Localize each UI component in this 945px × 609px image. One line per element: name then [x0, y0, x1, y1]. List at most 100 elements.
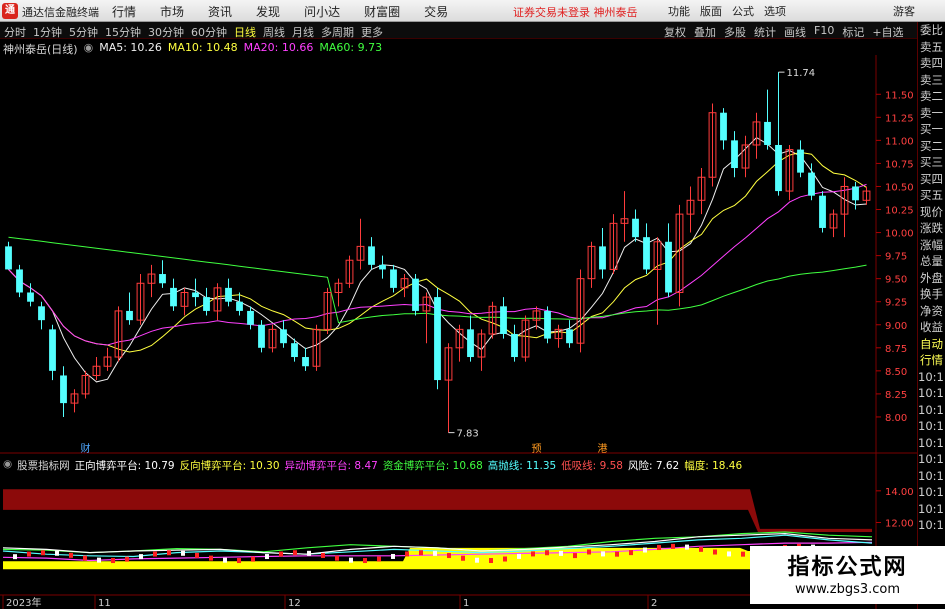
ind-tick-label: 12.00	[885, 519, 914, 530]
signal-dot	[55, 550, 59, 556]
signal-dot	[265, 554, 269, 560]
date-label: 2023年	[6, 596, 41, 609]
signal-dot	[195, 552, 199, 558]
event-marker: 预	[532, 443, 542, 455]
sidebar-item: 10:11	[918, 386, 945, 400]
menu-item-options[interactable]: 选项	[764, 3, 786, 19]
signal-dot	[489, 558, 493, 564]
period-tab-daily[interactable]: 日线	[234, 24, 256, 40]
menu-item-quotes[interactable]: 行情	[112, 3, 136, 20]
mark-button[interactable]: 标记	[842, 24, 864, 40]
sidebar-item: 10:11	[918, 369, 945, 384]
settings-circle-icon[interactable]: ◉	[84, 41, 94, 55]
signal-dot	[447, 553, 451, 559]
period-tab-1min[interactable]: 1分钟	[33, 24, 62, 40]
ma60-label: MA60: 9.73	[319, 41, 383, 54]
overlay-button[interactable]: 叠加	[694, 24, 716, 40]
candle-body	[368, 246, 375, 265]
price-tick-label: 9.50	[885, 275, 907, 286]
ind-value-5: 高抛线: 11.35	[487, 460, 557, 472]
indicator-legend: ◉ 股票指标网 正向博弈平台: 10.79 反向博弈平台: 10.30 异动博弈…	[3, 458, 747, 472]
signal-dot	[349, 557, 353, 563]
signal-dot	[657, 545, 661, 551]
date-label: 12	[288, 598, 301, 609]
candle-body	[159, 274, 166, 284]
ind-value-6: 低吸线: 9.58	[561, 460, 623, 472]
signal-dot	[601, 551, 605, 557]
menu-item-formula[interactable]: 公式	[732, 3, 754, 19]
draw-line-button[interactable]: 画线	[784, 24, 806, 40]
candle-body	[38, 306, 45, 321]
candle-body	[511, 333, 518, 358]
menu-item-layout[interactable]: 版面	[700, 3, 722, 19]
candle-body	[797, 149, 804, 173]
signal-dot	[475, 557, 479, 563]
candle-body	[819, 195, 826, 228]
f10-button[interactable]: F10	[814, 24, 834, 40]
sidebar-item: 涨跌	[920, 221, 943, 235]
period-tab-5min[interactable]: 5分钟	[69, 24, 98, 40]
candle-body	[731, 140, 738, 169]
signal-dot	[27, 551, 31, 557]
menu-item-function[interactable]: 功能	[668, 3, 690, 19]
candle-body	[49, 329, 56, 371]
statistics-button[interactable]: 统计	[754, 24, 776, 40]
candle-body	[566, 329, 573, 344]
price-axis: 11.50 11.25 11.00 10.75 10.50 10.25 10.00 9.75 9…	[876, 90, 914, 424]
signal-dot	[727, 551, 731, 557]
price-tick-label: 9.25	[885, 298, 907, 309]
multi-stock-button[interactable]: 多股	[724, 24, 746, 40]
signal-dot	[223, 557, 227, 563]
sidebar-item: 涨幅	[920, 237, 943, 252]
app-logo-icon: 通	[2, 3, 18, 19]
menu-item-news[interactable]: 资讯	[208, 3, 232, 20]
sidebar-item: 卖二	[920, 89, 943, 103]
settings-circle-icon[interactable]: ◉	[3, 458, 12, 472]
menu-item-discover[interactable]: 发现	[256, 3, 280, 20]
candle-body	[258, 324, 265, 348]
period-tab-monthly[interactable]: 月线	[292, 24, 314, 40]
price-tick-label: 11.25	[885, 113, 914, 124]
period-tabs: 分时 1分钟 5分钟 15分钟 30分钟 60分钟 日线 周线 月线 多周期 更…	[4, 24, 390, 40]
price-tick-label: 8.00	[885, 413, 907, 424]
menu-item-trade[interactable]: 交易	[424, 3, 448, 20]
guest-login-button[interactable]: 游客	[893, 3, 915, 19]
candle-body	[764, 121, 771, 145]
menu-item-market[interactable]: 市场	[160, 3, 184, 20]
menu-item-assistant[interactable]: 问小达	[304, 3, 340, 20]
sidebar-item: 卖一	[920, 105, 943, 120]
period-tab-intraday[interactable]: 分时	[4, 24, 26, 40]
watermark: 指标公式网 www.zbgs3.com	[750, 546, 945, 604]
signal-dot	[13, 554, 17, 560]
price-tick-label: 8.50	[885, 367, 907, 378]
candle-body	[599, 246, 606, 270]
add-watchlist-button[interactable]: +自选	[872, 24, 903, 40]
signal-dot	[713, 549, 717, 555]
signal-dot	[685, 544, 689, 550]
signal-dot	[741, 551, 745, 557]
signal-dot	[587, 549, 591, 555]
menu-item-community[interactable]: 财富圈	[364, 3, 400, 20]
period-tab-30min[interactable]: 30分钟	[148, 24, 184, 40]
kline-chart[interactable]: 14.0012.0010.002023年111212 11.5011.2511.…	[0, 55, 917, 609]
sidebar-item: 净资	[920, 303, 943, 318]
candle-body	[5, 246, 12, 270]
sidebar-item: 外盘	[920, 270, 943, 285]
period-tab-60min[interactable]: 60分钟	[191, 24, 227, 40]
period-tab-weekly[interactable]: 周线	[263, 24, 285, 40]
candle-body	[236, 301, 243, 311]
adjust-button[interactable]: 复权	[664, 24, 686, 40]
sidebar-item: 10:11	[918, 435, 945, 450]
watermark-title: 指标公式网	[787, 555, 908, 580]
date-label: 2	[651, 598, 657, 609]
risk-band	[3, 489, 872, 532]
main-menu: 行情 市场 资讯 发现 问小达 财富圈 交易	[112, 3, 472, 20]
period-tab-15min[interactable]: 15分钟	[105, 24, 141, 40]
ind-value-8: 幅度: 18.46	[684, 460, 743, 472]
signal-dot	[671, 543, 675, 549]
signal-dot	[643, 547, 647, 553]
signal-dot	[573, 553, 577, 559]
period-tab-more[interactable]: 更多	[361, 24, 383, 40]
candle-body	[665, 241, 672, 293]
period-tab-multi[interactable]: 多周期	[321, 24, 354, 40]
